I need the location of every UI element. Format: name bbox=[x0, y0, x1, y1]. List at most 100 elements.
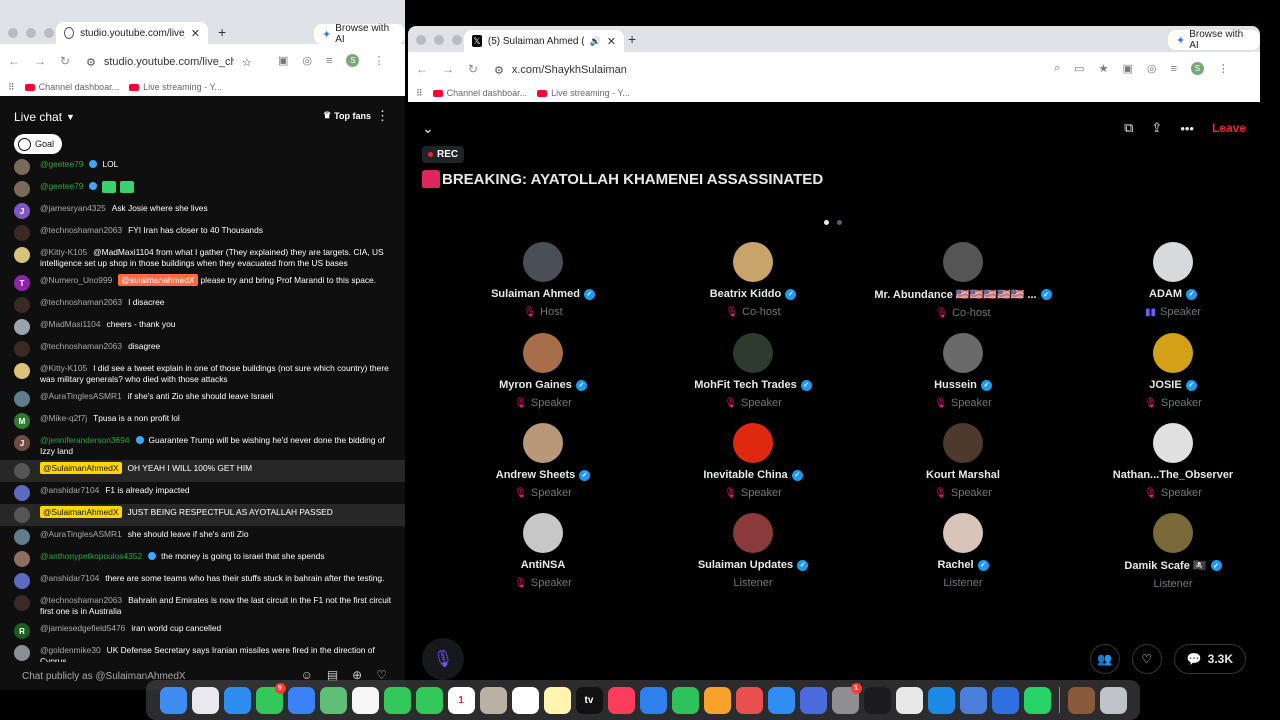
notes-icon[interactable] bbox=[543, 686, 571, 714]
avatar[interactable]: J bbox=[14, 435, 30, 451]
avatar[interactable] bbox=[14, 551, 30, 567]
profile-avatar[interactable]: S bbox=[346, 54, 360, 67]
simulator-icon[interactable] bbox=[799, 686, 827, 714]
edge-icon[interactable] bbox=[927, 686, 955, 714]
browse-with-ai-button[interactable]: ✦ Browse with AI bbox=[1168, 29, 1260, 51]
author-name[interactable]: @SulaimanAhmedX bbox=[40, 506, 122, 518]
finder-icon[interactable] bbox=[159, 686, 187, 714]
participant-card[interactable]: MohFit Tech Trades ✓ 🎙 Speaker bbox=[658, 333, 848, 409]
browse-with-ai-button[interactable]: ✦ Browse with AI bbox=[314, 23, 405, 45]
window-controls[interactable] bbox=[8, 28, 54, 38]
mail-icon[interactable] bbox=[287, 686, 315, 714]
chat-message[interactable]: @geetee79 bbox=[0, 178, 405, 200]
window-controls[interactable] bbox=[416, 35, 462, 45]
testflight-icon[interactable] bbox=[735, 686, 763, 714]
chat-message[interactable]: @SulaimanAhmedX OH YEAH I WILL 100% GET H… bbox=[0, 460, 405, 482]
avatar[interactable] bbox=[14, 247, 30, 263]
bookmark-channel-dashboard[interactable]: Channel dashboar... bbox=[24, 82, 119, 92]
extension-icon[interactable]: ▣ bbox=[278, 54, 288, 67]
chrome-icon[interactable] bbox=[895, 686, 923, 714]
chat-message[interactable]: M @Mike-q2f7j Tpusa is a non profit lol bbox=[0, 410, 405, 432]
avatar[interactable] bbox=[733, 513, 773, 553]
maps-icon[interactable] bbox=[319, 686, 347, 714]
avatar[interactable] bbox=[14, 159, 30, 175]
avatar[interactable]: T bbox=[14, 275, 30, 291]
participant-card[interactable]: Myron Gaines ✓ 🎙 Speaker bbox=[448, 333, 638, 409]
avatar[interactable] bbox=[1153, 333, 1193, 373]
avatar[interactable] bbox=[14, 297, 30, 313]
participant-card[interactable]: Inevitable China ✓ 🎙 Speaker bbox=[658, 423, 848, 499]
chat-message[interactable]: @technoshaman2063 I disacree bbox=[0, 294, 405, 316]
page-dot-active[interactable] bbox=[824, 220, 829, 225]
page-dot[interactable] bbox=[837, 220, 842, 225]
author-name[interactable]: @technoshaman2063 bbox=[40, 225, 122, 235]
profile-avatar[interactable]: S bbox=[1190, 62, 1204, 75]
menu-icon[interactable]: ⋮ bbox=[373, 54, 384, 67]
share-icon[interactable]: ⇪ bbox=[1151, 120, 1162, 136]
avatar[interactable] bbox=[14, 363, 30, 379]
avatar[interactable]: J bbox=[14, 203, 30, 219]
people-button[interactable]: 👥 bbox=[1089, 644, 1120, 674]
mention-chip[interactable]: @sulaimanahmedX bbox=[118, 274, 198, 286]
chat-message[interactable]: @technoshaman2063 FYI Iran has closer to … bbox=[0, 222, 405, 244]
reminders-icon[interactable] bbox=[511, 686, 539, 714]
avatar[interactable] bbox=[14, 463, 30, 479]
messages-icon[interactable]: 5 bbox=[255, 682, 286, 714]
avatar[interactable]: R bbox=[14, 623, 30, 639]
close-tab-icon[interactable]: ✕ bbox=[191, 27, 200, 40]
back-icon[interactable]: ← bbox=[8, 54, 20, 68]
avatar[interactable] bbox=[14, 595, 30, 611]
author-name[interactable]: @AuraTinglesASMR1 bbox=[40, 529, 122, 539]
avatar[interactable] bbox=[1153, 423, 1193, 463]
participant-card[interactable]: AntiNSA 🎙 Speaker bbox=[448, 513, 638, 590]
avatar[interactable] bbox=[523, 333, 563, 373]
numbers-icon[interactable] bbox=[671, 686, 699, 714]
bookmark-star-icon[interactable]: ★ bbox=[1099, 62, 1109, 75]
forward-icon[interactable]: → bbox=[442, 62, 454, 76]
chat-message[interactable]: @anshidar7104 there are some teams who ha… bbox=[0, 570, 405, 592]
bookmark-channel-dashboard[interactable]: Channel dashboar... bbox=[432, 88, 527, 98]
avatar[interactable] bbox=[943, 423, 983, 463]
new-tab-button[interactable]: + bbox=[628, 31, 636, 47]
reactions-button[interactable]: ♡ bbox=[1131, 644, 1162, 674]
reading-list-icon[interactable]: ≡ bbox=[1170, 63, 1176, 75]
speaker-icon[interactable]: 🔊 bbox=[590, 36, 601, 47]
author-name[interactable]: @geetee79 bbox=[40, 159, 83, 169]
avatar[interactable] bbox=[523, 242, 563, 282]
whatsapp-icon[interactable] bbox=[1023, 686, 1051, 714]
chat-message[interactable]: @MadMaxi1104 cheers - thank you bbox=[0, 316, 405, 338]
avatar[interactable] bbox=[733, 333, 773, 373]
chat-message[interactable]: @anshidar7104 F1 is already impacted bbox=[0, 482, 405, 504]
author-name[interactable]: @jamesryan4325 bbox=[40, 203, 106, 213]
bookmark-live-streaming[interactable]: Live streaming - Y... bbox=[537, 88, 630, 98]
avatar[interactable] bbox=[14, 341, 30, 357]
chat-message[interactable]: T @Numero_Uno999 @sulaimanahmedX please try… bbox=[0, 272, 405, 294]
zoom-icon[interactable]: ⌕ bbox=[1054, 62, 1060, 75]
participant-card[interactable]: Andrew Sheets ✓ 🎙 Speaker bbox=[448, 423, 638, 499]
author-name[interactable]: @Kitty-K105 bbox=[40, 363, 87, 373]
forward-icon[interactable]: → bbox=[34, 54, 46, 68]
avatar[interactable] bbox=[14, 529, 30, 545]
participant-card[interactable]: Sulaiman Ahmed ✓ 🎙 Host bbox=[448, 242, 638, 319]
dock-space-icon[interactable]: ⧉ bbox=[1124, 120, 1133, 136]
participant-card[interactable]: ADAM ✓ ▮▮ Speaker bbox=[1078, 242, 1260, 319]
participant-card[interactable]: Rachel ✓ Listener bbox=[868, 513, 1058, 590]
avatar[interactable] bbox=[1153, 242, 1193, 282]
apps-icon[interactable]: ⠿ bbox=[416, 88, 423, 99]
participant-card[interactable]: Kourt Marshal 🎙 Speaker bbox=[868, 423, 1058, 499]
system-settings-icon[interactable]: 1 bbox=[831, 682, 862, 714]
avatar[interactable] bbox=[943, 333, 983, 373]
chat-message[interactable]: @anthonypetkopoulos4352 the money is goin… bbox=[0, 548, 405, 570]
avatar[interactable] bbox=[14, 225, 30, 241]
participant-card[interactable]: Sulaiman Updates ✓ Listener bbox=[658, 513, 848, 590]
reading-list-icon[interactable]: ≡ bbox=[326, 55, 332, 67]
author-name[interactable]: @jenniferanderson3694 bbox=[40, 435, 130, 445]
address-bar[interactable]: ⚙ studio.youtube.com/live_chat ☆ bbox=[86, 50, 266, 74]
participant-card[interactable]: Nathan...The_Observer 🎙 Speaker bbox=[1078, 423, 1260, 499]
collapse-chevron-icon[interactable]: ⌄ bbox=[422, 120, 434, 137]
site-info-icon[interactable]: ⚙ bbox=[86, 56, 96, 69]
shield-icon[interactable]: ◎ bbox=[1147, 62, 1157, 75]
address-bar[interactable]: ⚙ x.com/ShaykhSulaiman bbox=[494, 58, 1054, 82]
chat-message[interactable]: @technoshaman2063 disagree bbox=[0, 338, 405, 360]
photo-booth-icon[interactable] bbox=[1067, 686, 1095, 714]
